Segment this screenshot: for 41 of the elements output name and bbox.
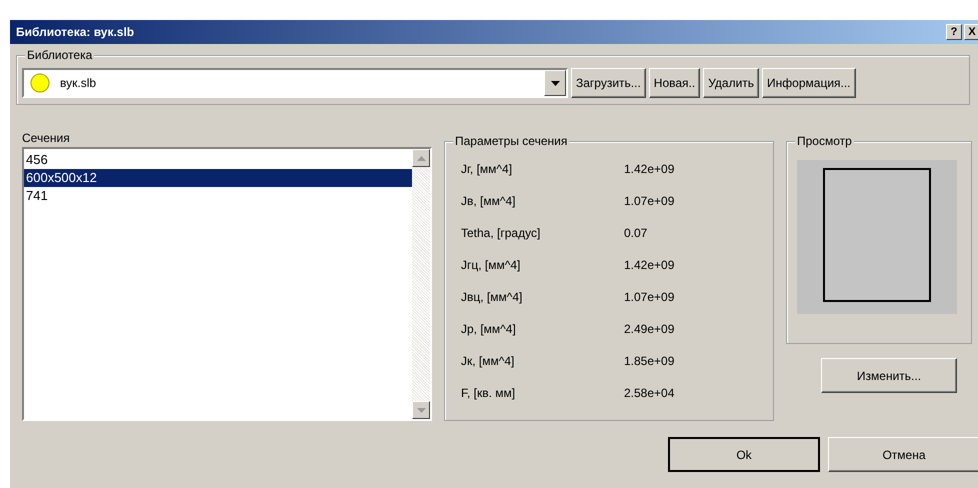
parameter-value: 2.49e+09 (624, 321, 676, 338)
library-name: вук.slb (60, 76, 98, 90)
parameter-value: 1.42e+09 (624, 257, 676, 274)
list-item[interactable]: 456 (24, 151, 412, 169)
parameter-value: 1.07e+09 (624, 193, 676, 210)
group-legend: Библиотека (25, 48, 94, 62)
library-button[interactable]: Информация... (762, 68, 856, 98)
library-button[interactable]: Удалить (703, 68, 760, 98)
parameter-value: 2.58e+04 (624, 385, 676, 402)
parameter-value: 1.42e+09 (624, 161, 676, 178)
parameter-value: 0.07 (624, 225, 648, 242)
group-legend: Просмотр (795, 134, 854, 148)
parameter-label: Tetha, [градус] (461, 225, 542, 242)
scrollbar[interactable] (412, 149, 430, 419)
ok-button[interactable]: Ok (668, 437, 820, 472)
parameter-label: Jк, [мм^4] (461, 353, 516, 370)
list-item[interactable]: 741 (24, 187, 412, 205)
parameter-label: Jвц, [мм^4] (461, 289, 524, 306)
edit-button[interactable]: Изменить... (821, 358, 957, 393)
parameter-label: Jг, [мм^4] (461, 161, 514, 178)
library-button[interactable]: Новая.. (648, 68, 700, 98)
close-button[interactable]: X (964, 24, 978, 40)
window-title: Библиотека: вук.slb (16, 25, 134, 39)
parameter-label: Jр, [мм^4] (461, 321, 517, 338)
parameter-value: 1.07e+09 (624, 289, 676, 306)
list-item[interactable]: 600x500x12 (24, 169, 412, 187)
group-legend: Параметры сечения (453, 134, 570, 148)
down-arrow-icon (416, 408, 426, 412)
parameter-label: Jгц, [мм^4] (461, 257, 522, 274)
circle-icon (30, 73, 50, 93)
library-button[interactable]: Загрузить... (571, 68, 646, 98)
cancel-button[interactable]: Отмена (828, 437, 978, 472)
help-button[interactable]: ? (946, 24, 962, 40)
parameter-label: Jв, [мм^4] (461, 193, 517, 210)
parameter-value: 1.85e+09 (624, 353, 676, 370)
library-dropdown[interactable]: вук.slb (22, 68, 568, 98)
scroll-up-button[interactable] (412, 149, 430, 167)
sections-label: Сечения (22, 131, 71, 145)
scroll-down-button[interactable] (412, 401, 430, 419)
parameter-label: F, [кв. мм] (461, 385, 516, 402)
up-arrow-icon (416, 156, 426, 160)
